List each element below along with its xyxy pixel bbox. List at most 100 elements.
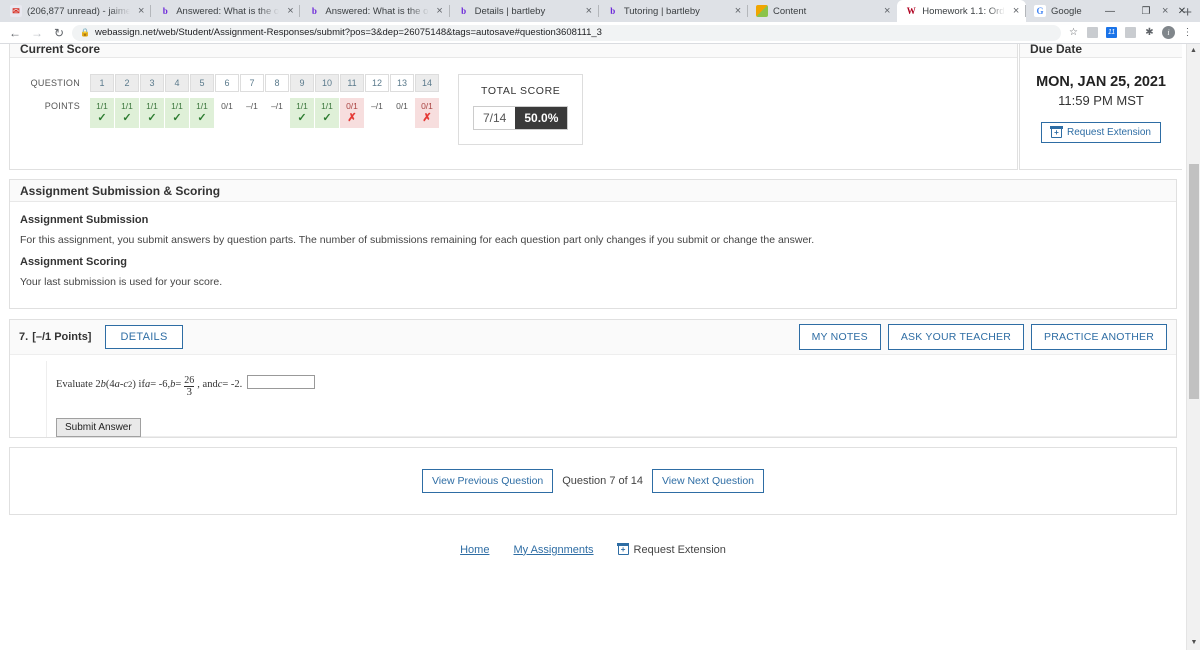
view-next-question-button[interactable]: View Next Question (651, 468, 765, 493)
extension-icon[interactable] (1122, 26, 1139, 40)
prompt-part-1: Evaluate 2 (56, 378, 101, 390)
scroll-up-arrow[interactable]: ▲ (1187, 44, 1200, 58)
star-icon[interactable]: ☆ (1065, 26, 1082, 40)
tab-close-icon[interactable]: × (881, 5, 893, 17)
tab-close-icon[interactable]: × (732, 5, 744, 17)
question-cell-13[interactable]: 13 (390, 74, 414, 92)
browser-tab-6-active[interactable]: W Homework 1.1: Order of Op × (897, 0, 1027, 22)
request-extension-button[interactable]: Request Extension (1041, 122, 1161, 143)
question-cell-3[interactable]: 3 (140, 74, 164, 92)
total-score-box: TOTAL SCORE 7/14 50.0% (458, 74, 584, 145)
close-window-button[interactable]: ✕ (1164, 6, 1200, 17)
points-value: 0/1 (221, 101, 233, 111)
bartleby-icon: b (162, 6, 168, 16)
points-value: –/1 (371, 101, 383, 111)
browser-tab-0[interactable]: ✉ (206,877 unread) - jaimemo × (2, 0, 151, 22)
footer-home-link[interactable]: Home (460, 544, 489, 556)
score-table: QUESTION 1 2 3 4 5 6 7 8 9 10 11 12 13 1… (22, 74, 440, 128)
toolbar-icons: ☆ 11 ✱ i ⋮ (1065, 26, 1196, 40)
lock-icon: 🔒 (80, 28, 90, 37)
address-bar[interactable]: 🔒 webassign.net/web/Student/Assignment-R… (72, 24, 1061, 41)
puzzle-icon[interactable]: ✱ (1141, 26, 1158, 40)
browser-tab-4[interactable]: b Tutoring | bartleby × (597, 0, 748, 22)
details-button[interactable]: DETAILS (105, 325, 183, 349)
scrollbar-thumb[interactable] (1189, 164, 1199, 399)
tab-close-icon[interactable]: × (135, 5, 147, 17)
view-previous-question-button[interactable]: View Previous Question (421, 468, 554, 493)
submit-answer-button[interactable]: Submit Answer (56, 417, 141, 437)
question-cell-9[interactable]: 9 (290, 74, 314, 92)
points-value: 1/1 (146, 101, 158, 111)
tab-close-icon[interactable]: × (434, 5, 446, 17)
points-cell-2: 1/1 ✓ (115, 98, 139, 128)
webassign-icon: W (905, 5, 918, 17)
profile-avatar[interactable]: i (1160, 26, 1177, 40)
reload-icon[interactable]: ↻ (48, 26, 70, 40)
minimize-button[interactable]: — (1092, 6, 1128, 17)
question-body: Evaluate 2 b (4 a - c 2) if a = -6, b = 26 3,… (10, 355, 1176, 437)
points-value: 0/1 (396, 101, 408, 111)
webassign-page: Current Score QUESTION 1 2 3 4 5 6 7 8 9… (0, 44, 1186, 650)
question-cell-4[interactable]: 4 (165, 74, 189, 92)
points-value: 1/1 (196, 101, 208, 111)
points-cell-14: 0/1 ✗ (415, 98, 439, 128)
total-score-fraction: 7/14 (474, 107, 516, 129)
tab-close-icon[interactable]: × (284, 5, 296, 17)
browser-tab-3[interactable]: b Details | bartleby × (448, 0, 599, 22)
pdf-extension-icon[interactable] (1084, 26, 1101, 40)
tab-close-icon[interactable]: × (1010, 5, 1022, 17)
footer-request-extension-label: Request Extension (633, 543, 726, 556)
grammarly-extension-icon[interactable]: 11 (1103, 26, 1120, 40)
scroll-down-arrow[interactable]: ▼ (1187, 636, 1200, 650)
due-date-body: MON, JAN 25, 2021 11:59 PM MST Request E… (1020, 58, 1182, 153)
my-notes-button[interactable]: MY NOTES (798, 324, 881, 350)
question-cell-7[interactable]: 7 (240, 74, 264, 92)
mail-icon: ✉ (10, 5, 22, 17)
question-cell-12[interactable]: 12 (365, 74, 389, 92)
footer-request-extension-link[interactable]: Request Extension (616, 543, 726, 556)
question-prompt: Evaluate 2 b (4 a - c 2) if a = -6, b = 26 3,… (56, 375, 1176, 402)
question-cell-8[interactable]: 8 (265, 74, 289, 92)
bartleby-icon: b (311, 6, 317, 16)
points-cell-7: –/1 (240, 98, 264, 128)
content-icon (756, 5, 769, 17)
check-icon: ✓ (172, 112, 182, 124)
kebab-menu-icon[interactable]: ⋮ (1179, 26, 1196, 40)
question-cell-11[interactable]: 11 (340, 74, 364, 92)
browser-tab-1[interactable]: b Answered: What is the orde × (150, 0, 300, 22)
browser-tab-strip: ✉ (206,877 unread) - jaimemo × b Answere… (0, 0, 1200, 22)
prompt-part-7: , and (197, 378, 218, 390)
bartleby-icon: b (610, 6, 616, 16)
browser-toolbar: ← → ↻ 🔒 webassign.net/web/Student/Assign… (0, 22, 1200, 44)
footer-my-assignments-link[interactable]: My Assignments (513, 544, 593, 556)
page-scrollbar[interactable]: ▲ ▼ (1186, 44, 1200, 650)
question-cell-5[interactable]: 5 (190, 74, 214, 92)
tab-title: Details | bartleby (474, 5, 546, 17)
back-icon[interactable]: ← (4, 26, 26, 40)
browser-tab-5[interactable]: Content × (747, 0, 897, 22)
tab-close-icon[interactable]: × (583, 5, 595, 17)
question-cell-14[interactable]: 14 (415, 74, 439, 92)
question-cell-6[interactable]: 6 (215, 74, 239, 92)
due-date-title: Due Date (1020, 44, 1182, 58)
ask-your-teacher-button[interactable]: ASK YOUR TEACHER (887, 324, 1025, 350)
question-cell-10[interactable]: 10 (315, 74, 339, 92)
points-value: 0/1 (346, 101, 358, 111)
total-score-label: TOTAL SCORE (481, 85, 561, 97)
question-navigation-panel: View Previous Question Question 7 of 14 … (9, 446, 1177, 515)
browser-tab-2[interactable]: b Answered: What is the orde × (299, 0, 449, 22)
prompt-part-5: = -6, (150, 378, 171, 390)
answer-input[interactable] (247, 375, 316, 389)
question-actions: MY NOTES ASK YOUR TEACHER PRACTICE ANOTH… (798, 324, 1167, 350)
fraction-numerator: 26 (184, 374, 195, 386)
practice-another-button[interactable]: PRACTICE ANOTHER (1031, 324, 1167, 350)
forward-icon[interactable]: → (26, 26, 48, 40)
maximize-button[interactable]: ❐ (1128, 6, 1164, 17)
question-cell-1[interactable]: 1 (90, 74, 114, 92)
points-value: –/1 (246, 101, 258, 111)
question-cell-2[interactable]: 2 (115, 74, 139, 92)
question-panel: 7. [–/1 Points] DETAILS MY NOTES ASK YOU… (9, 319, 1177, 438)
submit-row: Submit Answer (56, 417, 1176, 437)
page-footer: Home My Assignments Request Extension (0, 543, 1186, 556)
fraction-denominator: 3 (184, 385, 195, 398)
